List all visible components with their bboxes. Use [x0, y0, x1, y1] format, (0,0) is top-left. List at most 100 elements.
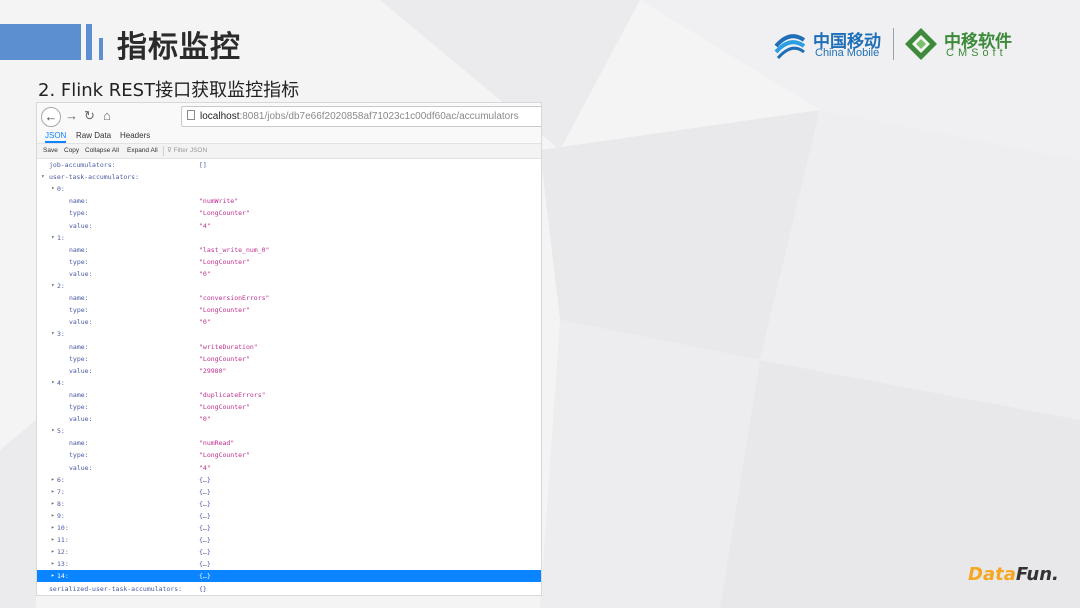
- json-row[interactable]: value: "29980": [37, 365, 541, 377]
- forward-button-icon[interactable]: →: [65, 108, 78, 124]
- json-row[interactable]: name: "numWrite": [37, 195, 541, 207]
- json-row[interactable]: type: "LongCounter": [37, 304, 541, 316]
- expand-arrow-icon[interactable]: ▾: [51, 232, 55, 244]
- url-bar[interactable]: localhost:8081/jobs/db7e66f2020858af7102…: [181, 106, 541, 127]
- json-key: 3:: [57, 330, 65, 339]
- json-value: "LongCounter": [199, 451, 250, 460]
- cmsoft-logo-icon: [905, 28, 937, 60]
- url-path: :8081/jobs/db7e66f2020858af71023c1c00df6…: [239, 111, 519, 122]
- json-row[interactable]: ▾ 4:: [37, 377, 541, 389]
- json-key: value:: [69, 221, 93, 230]
- copy-button[interactable]: Copy: [64, 146, 79, 156]
- browser-window: ← → ↻ ⌂ localhost:8081/jobs/db7e66f20208…: [36, 102, 542, 596]
- json-key: 13:: [57, 560, 69, 569]
- json-value: "numWrite": [199, 197, 239, 206]
- json-row[interactable]: type: "LongCounter": [37, 256, 541, 268]
- reload-button-icon[interactable]: ↻: [84, 108, 95, 124]
- json-value: {…}: [199, 475, 211, 484]
- json-row[interactable]: name: "duplicateErrors": [37, 389, 541, 401]
- json-value: "last_write_num_0": [199, 245, 270, 254]
- json-row[interactable]: type: "LongCounter": [37, 401, 541, 413]
- json-key: type:: [69, 451, 89, 460]
- json-row[interactable]: type: "LongCounter": [37, 353, 541, 365]
- json-row[interactable]: ▾ 1:: [37, 232, 541, 244]
- json-row[interactable]: type: "LongCounter": [37, 207, 541, 219]
- json-row[interactable]: ▸ 7: {…}: [37, 486, 541, 498]
- json-row[interactable]: ▸ 12: {…}: [37, 546, 541, 558]
- json-key: value:: [69, 366, 93, 375]
- expand-arrow-icon[interactable]: ▾: [51, 328, 55, 340]
- collapse-arrow-icon[interactable]: ▸: [51, 546, 55, 558]
- json-row[interactable]: value: "4": [37, 462, 541, 474]
- json-row[interactable]: ▾ 3:: [37, 328, 541, 340]
- collapse-arrow-icon[interactable]: ▸: [51, 510, 55, 522]
- expand-arrow-icon[interactable]: ▾: [41, 171, 45, 183]
- datafun-brand-a: Data: [968, 564, 1016, 585]
- json-row[interactable]: ▸ 14: {…}: [37, 570, 541, 583]
- back-button-icon[interactable]: ←: [41, 107, 61, 127]
- json-row[interactable]: ▸ 10: {…}: [37, 522, 541, 534]
- home-button-icon[interactable]: ⌂: [103, 108, 111, 124]
- json-key: 2:: [57, 282, 65, 290]
- json-key: name:: [69, 439, 89, 448]
- collapse-arrow-icon[interactable]: ▸: [51, 498, 55, 510]
- json-key: name:: [69, 245, 89, 254]
- expand-arrow-icon[interactable]: ▾: [51, 280, 55, 292]
- json-row[interactable]: serialized-user-task-accumulators: {}: [37, 583, 541, 595]
- json-row[interactable]: ▸ 11: {…}: [37, 534, 541, 546]
- json-row[interactable]: name: "conversionErrors": [37, 292, 541, 304]
- expand-all-button[interactable]: Expand All: [127, 146, 158, 156]
- accent-bar-short: [99, 38, 103, 60]
- json-value: {…}: [199, 511, 211, 520]
- filter-placeholder: Filter JSON: [173, 147, 208, 154]
- json-row[interactable]: value: "0": [37, 413, 541, 425]
- json-row[interactable]: name: "numRead": [37, 437, 541, 449]
- collapse-all-button[interactable]: Collapse All: [85, 146, 119, 156]
- filter-json-input[interactable]: ⊽ Filter JSON: [167, 146, 207, 156]
- datafun-logo: DataFun.: [968, 564, 1059, 585]
- json-value: "LongCounter": [199, 403, 250, 411]
- json-row[interactable]: ▾ 2:: [37, 280, 541, 292]
- json-key: 6:: [57, 475, 65, 484]
- collapse-arrow-icon[interactable]: ▸: [51, 534, 55, 546]
- expand-arrow-icon[interactable]: ▾: [51, 183, 55, 195]
- json-row[interactable]: ▸ 9: {…}: [37, 510, 541, 522]
- json-key: 12:: [57, 548, 69, 557]
- json-row[interactable]: ▸ 6: {…}: [37, 474, 541, 486]
- collapse-arrow-icon[interactable]: ▸: [51, 522, 55, 534]
- collapse-arrow-icon[interactable]: ▸: [51, 486, 55, 498]
- save-button[interactable]: Save: [43, 146, 58, 156]
- json-row[interactable]: value: "0": [37, 268, 541, 280]
- json-row[interactable]: ▾ user-task-accumulators:: [37, 171, 541, 183]
- json-key: 14:: [57, 572, 69, 581]
- json-row[interactable]: ▸ 13: {…}: [37, 558, 541, 570]
- json-key: value:: [69, 269, 93, 278]
- json-key: 10:: [57, 524, 69, 532]
- expand-arrow-icon[interactable]: ▾: [51, 425, 55, 437]
- json-value: "0": [199, 415, 211, 424]
- collapse-arrow-icon[interactable]: ▸: [51, 570, 55, 582]
- json-row[interactable]: ▸ 8: {…}: [37, 498, 541, 510]
- json-row[interactable]: name: "last_write_num_0": [37, 244, 541, 256]
- json-value: "numRead": [199, 439, 235, 448]
- tab-raw-data[interactable]: Raw Data: [76, 129, 111, 143]
- json-value: {}: [199, 584, 207, 593]
- json-key: name:: [69, 197, 89, 206]
- json-row[interactable]: ▾ 5:: [37, 425, 541, 437]
- json-key: serialized-user-task-accumulators:: [49, 584, 183, 593]
- tab-headers[interactable]: Headers: [120, 129, 150, 143]
- json-row[interactable]: job-accumulators: []: [37, 159, 541, 171]
- collapse-arrow-icon[interactable]: ▸: [51, 558, 55, 570]
- json-row[interactable]: type: "LongCounter": [37, 449, 541, 461]
- json-row[interactable]: name: "writeDuration": [37, 341, 541, 353]
- json-row[interactable]: ▾ 0:: [37, 183, 541, 195]
- json-row[interactable]: value: "4": [37, 220, 541, 232]
- tab-json[interactable]: JSON: [45, 129, 67, 143]
- toolbar-divider: [163, 146, 164, 156]
- json-row[interactable]: value: "0": [37, 316, 541, 328]
- json-value: "0": [199, 318, 211, 327]
- json-key: type:: [69, 209, 89, 218]
- collapse-arrow-icon[interactable]: ▸: [51, 474, 55, 486]
- viewer-tabs: JSON Raw Data Headers: [37, 129, 541, 143]
- expand-arrow-icon[interactable]: ▾: [51, 377, 55, 389]
